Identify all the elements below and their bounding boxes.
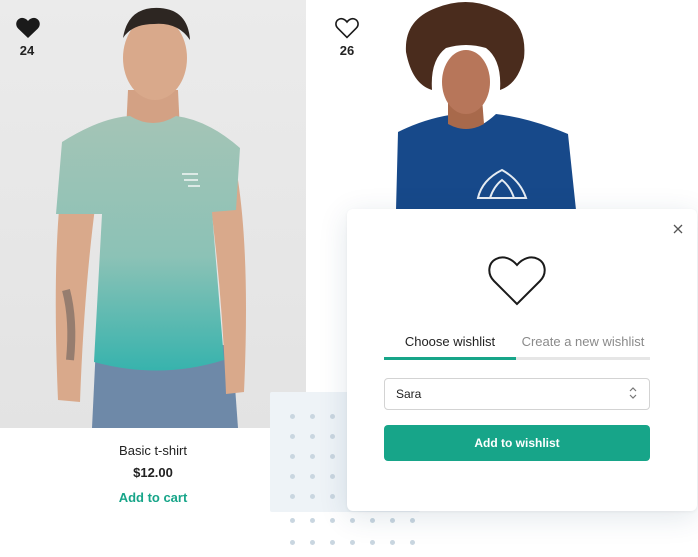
add-to-wishlist-button[interactable]: Add to wishlist xyxy=(384,425,650,461)
tab-create-new-wishlist[interactable]: Create a new wishlist xyxy=(516,333,650,359)
wishlist-select[interactable]: Sara xyxy=(384,378,650,410)
close-icon[interactable] xyxy=(671,223,685,237)
wishlist-tabs: Choose wishlist Create a new wishlist xyxy=(384,333,650,361)
add-to-cart-link[interactable]: Add to cart xyxy=(0,490,306,505)
heart-outline-icon xyxy=(488,256,546,306)
decorative-dot-row xyxy=(290,540,430,548)
product-card-1: 24 Basic t-shirt $12.00 Add to cart xyxy=(0,0,306,557)
chevron-updown-icon xyxy=(629,387,637,399)
heart-filled-icon[interactable] xyxy=(15,16,41,40)
product-card-2: 26 xyxy=(306,0,698,210)
wishlist-modal: Choose wishlist Create a new wishlist Sa… xyxy=(347,209,697,511)
favorites-count: 24 xyxy=(19,43,35,58)
favorites-count: 26 xyxy=(339,43,355,58)
product-image-2[interactable]: 26 xyxy=(306,0,698,210)
heart-outline-icon[interactable] xyxy=(334,16,360,40)
wishlist-select-value: Sara xyxy=(396,387,422,401)
model-photo-illustration xyxy=(55,7,246,428)
product-name[interactable]: Basic t-shirt xyxy=(0,443,306,458)
active-tab-indicator xyxy=(384,357,516,360)
product-image-basic-tshirt[interactable]: 24 xyxy=(0,0,306,428)
model-photo-illustration-2 xyxy=(396,2,576,210)
tab-choose-wishlist[interactable]: Choose wishlist xyxy=(384,333,516,359)
product-price: $12.00 xyxy=(133,465,173,480)
decorative-dot-row xyxy=(290,518,430,526)
